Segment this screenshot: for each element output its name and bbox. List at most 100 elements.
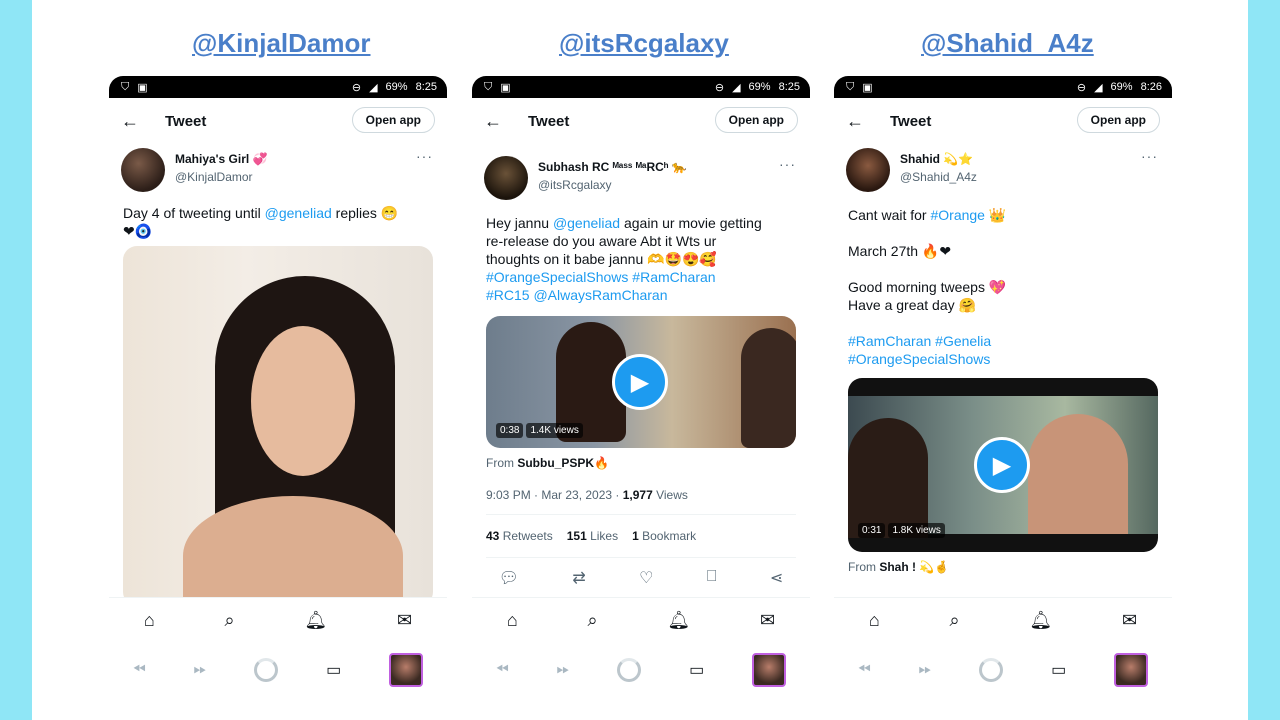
book-icon[interactable]: ▭ (689, 660, 704, 680)
open-app-button[interactable]: Open app (714, 107, 798, 133)
loading-icon (979, 658, 1004, 682)
tweet-stats: 43 Retweets 151 Likes 1 Bookmark (486, 514, 796, 558)
display-name: Subhash RC ᴹᵃˢˢ ᴹᵃRCʰ 🐆 (538, 160, 687, 174)
video-badges: 0:31 1.8K views (858, 523, 945, 538)
fast-forward-icon[interactable]: ⏩︎ (194, 661, 207, 679)
bell-icon[interactable]: 🔔︎ (304, 610, 327, 631)
back-arrow-icon[interactable]: ← (484, 111, 514, 132)
more-icon[interactable]: ··· (416, 148, 433, 164)
retweet-icon[interactable]: ⇄ (572, 568, 585, 588)
bookmark-icon[interactable]: ⎕ (707, 568, 717, 588)
more-icon[interactable]: ··· (779, 156, 796, 172)
hashtag-link[interactable]: #RamCharan #Genelia (848, 332, 1158, 350)
like-count[interactable]: 151 Likes (567, 529, 618, 543)
fast-forward-icon[interactable]: ⏩︎ (919, 661, 932, 679)
phone-screenshot-2: ⛉ ▣ ⊖ ◢ 69% 8:25 ← Tweet Open app Subhash RC… (472, 76, 810, 720)
mail-icon[interactable]: ✉ (1122, 610, 1137, 631)
reply-icon[interactable]: 💬︎ (499, 568, 519, 588)
signal-icon: ◢ (369, 81, 378, 94)
username: @itsRcgalaxy (538, 178, 612, 192)
image-icon: ▣ (500, 81, 511, 94)
profile-thumbnail[interactable] (389, 653, 424, 687)
search-icon[interactable]: ⌕ (225, 610, 235, 631)
app-bar: ← Tweet Open app (472, 98, 810, 144)
status-bar: ⛉ ▣ ⊖ ◢ 69% 8:26 (834, 76, 1172, 98)
tweet-video[interactable]: ▶ 0:31 1.8K views (848, 378, 1158, 552)
rewind-icon[interactable]: ⏪︎ (496, 661, 509, 679)
play-button[interactable]: ▶ (974, 437, 1030, 493)
search-icon[interactable]: ⌕ (950, 610, 960, 631)
bookmark-count[interactable]: 1 Bookmark (632, 529, 696, 543)
avatar[interactable] (484, 156, 528, 200)
back-arrow-icon[interactable]: ← (121, 111, 151, 132)
shield-icon: ⛉ (121, 80, 130, 93)
video-views: 1.4K views (526, 423, 583, 438)
search-icon[interactable]: ⌕ (588, 610, 598, 631)
book-icon[interactable]: ▭ (1051, 660, 1066, 680)
tweet-text: Day 4 of tweeting until @geneliad replie… (123, 205, 399, 239)
tweet-text: Hey jannu @geneliad again ur movie getti… (486, 215, 762, 303)
status-bar: ⛉ ▣ ⊖ ◢ 69% 8:25 (109, 76, 447, 98)
book-icon[interactable]: ▭ (326, 660, 341, 680)
tweet-photo[interactable] (123, 246, 433, 606)
open-app-button[interactable]: Open app (1076, 107, 1160, 133)
video-source: From Subbu_PSPK🔥 (486, 456, 609, 470)
hashtag-link[interactable]: #OrangeSpecialShows #RamCharan (486, 269, 716, 285)
mail-icon[interactable]: ✉ (760, 610, 775, 631)
profile-thumbnail[interactable] (752, 653, 787, 687)
like-icon[interactable]: ♡ (639, 568, 653, 588)
username: @Shahid_A4z (900, 170, 977, 184)
display-name: Shahid 💫⭐ (900, 152, 974, 166)
video-views: 1.8K views (888, 523, 945, 538)
status-bar: ⛉ ▣ ⊖ ◢ 69% 8:25 (472, 76, 810, 98)
retweet-count[interactable]: 43 Retweets (486, 529, 553, 543)
mail-icon[interactable]: ✉ (397, 610, 412, 631)
username: @KinjalDamor (175, 170, 253, 184)
video-figure (741, 328, 796, 448)
video-badges: 0:38 1.4K views (496, 423, 583, 438)
bell-icon[interactable]: 🔔︎ (667, 610, 690, 631)
tweet-text: Cant wait for #Orange 👑 March 27th 🔥❤ Go… (834, 206, 1172, 368)
bottom-nav: ⌂ ⌕ 🔔︎ ✉ ⏪︎ ⏩︎ ▭ (109, 597, 447, 720)
rewind-icon[interactable]: ⏪︎ (133, 661, 146, 679)
page-title: Tweet (890, 112, 932, 130)
shield-icon: ⛉ (846, 80, 855, 93)
share-icon[interactable]: ⋖ (770, 568, 783, 588)
source-account-link[interactable]: Shah ! 💫🤞 (879, 560, 949, 574)
tweet-author[interactable]: Mahiya's Girl 💞 @KinjalDamor ··· (109, 144, 447, 192)
clock: 8:26 (1140, 81, 1162, 93)
home-icon[interactable]: ⌂ (869, 610, 880, 631)
tweet-video[interactable]: ▶ 0:38 1.4K views (486, 316, 796, 448)
rewind-icon[interactable]: ⏪︎ (858, 661, 871, 679)
hashtag-link[interactable]: #RC15 @AlwaysRamCharan (486, 287, 668, 303)
tweet-author[interactable]: Subhash RC ᴹᵃˢˢ ᴹᵃRCʰ 🐆 @itsRcgalaxy ··· (472, 152, 810, 200)
avatar[interactable] (846, 148, 890, 192)
play-button[interactable]: ▶ (612, 354, 668, 410)
mention-link[interactable]: @geneliad (553, 215, 620, 231)
home-icon[interactable]: ⌂ (144, 610, 155, 631)
handle-label: @KinjalDamor (192, 28, 371, 58)
hashtag-link[interactable]: #Orange (930, 207, 984, 223)
clock: 8:25 (415, 81, 437, 93)
video-source: From Shah ! 💫🤞 (848, 560, 950, 574)
tweet-author[interactable]: Shahid 💫⭐ @Shahid_A4z ··· (834, 144, 1172, 192)
source-account-link[interactable]: Subbu_PSPK🔥 (517, 456, 609, 470)
open-app-button[interactable]: Open app (351, 107, 435, 133)
bottom-nav: ⌂ ⌕ 🔔︎ ✉ ⏪︎ ⏩︎ ▭ (472, 597, 810, 720)
shield-icon: ⛉ (484, 80, 493, 93)
mention-link[interactable]: @geneliad (265, 205, 332, 221)
hashtag-link[interactable]: #OrangeSpecialShows (848, 350, 1158, 368)
loading-icon (617, 658, 642, 682)
handle-label: @itsRcgalaxy (559, 28, 729, 58)
profile-thumbnail[interactable] (1114, 653, 1149, 687)
collage-canvas: @KinjalDamor @itsRcgalaxy @Shahid_A4z ⛉ ▣… (32, 0, 1248, 720)
bell-icon[interactable]: 🔔︎ (1029, 610, 1052, 631)
battery-level: 69% (1110, 81, 1133, 93)
display-name: Mahiya's Girl 💞 (175, 152, 268, 166)
avatar[interactable] (121, 148, 165, 192)
more-icon[interactable]: ··· (1141, 148, 1158, 164)
home-icon[interactable]: ⌂ (507, 610, 518, 631)
back-arrow-icon[interactable]: ← (846, 111, 876, 132)
fast-forward-icon[interactable]: ⏩︎ (557, 661, 570, 679)
battery-level: 69% (385, 81, 408, 93)
